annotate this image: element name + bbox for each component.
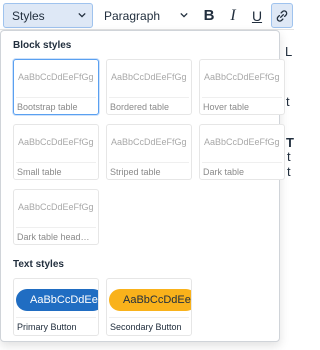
divider: [16, 317, 96, 318]
style-item-label: Hover table: [203, 102, 250, 112]
primary-button-preview: AaBbCcDdEe: [16, 289, 98, 311]
bold-button[interactable]: B: [197, 3, 221, 28]
style-item-label: Bordered table: [110, 102, 170, 112]
link-button[interactable]: [271, 3, 293, 28]
style-preview: AaBbCcDdEeFfGg: [204, 72, 280, 82]
divider: [16, 227, 96, 228]
text-styles-heading: Text styles: [13, 259, 64, 270]
bg-text-fragment: L: [285, 44, 293, 59]
styles-select-label: Styles: [12, 8, 45, 23]
bg-text-fragment: t: [287, 164, 291, 179]
editor-toolbar: Styles Paragraph B I U: [0, 0, 294, 30]
style-item-dark-table[interactable]: AaBbCcDdEeFfGg Dark table: [199, 124, 285, 180]
divider: [109, 97, 189, 98]
divider: [109, 317, 189, 318]
style-item-hover-table[interactable]: AaBbCcDdEeFfGg Hover table: [199, 59, 285, 115]
italic-button[interactable]: I: [221, 3, 245, 28]
divider: [202, 162, 282, 163]
bg-text-fragment: T: [286, 135, 294, 150]
chevron-down-icon: [180, 12, 188, 18]
style-preview: AaBbCcDdEeFfGg: [18, 202, 94, 212]
style-item-label: Small table: [17, 167, 62, 177]
styles-select[interactable]: Styles: [3, 3, 93, 28]
style-item-label: Striped table: [110, 167, 161, 177]
style-preview: AaBbCcDdEeFfGg: [18, 137, 94, 147]
style-item-label: Dark table: [203, 167, 245, 177]
style-item-dark-table-head[interactable]: AaBbCcDdEeFfGg Dark table head…: [13, 189, 99, 245]
style-preview: AaBbCcDdEeFfGg: [111, 137, 187, 147]
bg-text-fragment: t: [287, 149, 291, 164]
style-item-secondary-button[interactable]: AaBbCcDdEe Secondary Button: [106, 278, 192, 336]
divider: [16, 97, 96, 98]
divider: [16, 162, 96, 163]
style-item-bootstrap-table[interactable]: AaBbCcDdEeFfGg Bootstrap table: [13, 59, 99, 115]
style-item-label: Bootstrap table: [17, 102, 78, 112]
underline-button[interactable]: U: [245, 3, 269, 28]
bg-text-fragment: t: [286, 94, 290, 109]
style-preview: AaBbCcDdEeFfGg: [111, 72, 187, 82]
divider: [202, 97, 282, 98]
style-item-label: Secondary Button: [110, 322, 182, 332]
divider: [109, 162, 189, 163]
secondary-button-preview: AaBbCcDdEe: [109, 289, 191, 311]
chevron-down-icon: [78, 12, 86, 18]
block-format-label: Paragraph: [104, 8, 161, 23]
style-item-primary-button[interactable]: AaBbCcDdEe Primary Button: [13, 278, 99, 336]
style-preview: AaBbCcDdEeFfGg: [18, 72, 94, 82]
style-item-striped-table[interactable]: AaBbCcDdEeFfGg Striped table: [106, 124, 192, 180]
block-format-select[interactable]: Paragraph: [98, 3, 194, 28]
block-styles-heading: Block styles: [13, 40, 72, 51]
link-icon: [276, 9, 288, 22]
style-item-label: Primary Button: [17, 322, 77, 332]
style-item-bordered-table[interactable]: AaBbCcDdEeFfGg Bordered table: [106, 59, 192, 115]
style-preview: AaBbCcDdEeFfGg: [204, 137, 280, 147]
style-item-label: Dark table head…: [17, 232, 90, 242]
style-item-small-table[interactable]: AaBbCcDdEeFfGg Small table: [13, 124, 99, 180]
styles-dropdown-panel: Block styles AaBbCcDdEeFfGg Bootstrap ta…: [0, 30, 285, 342]
